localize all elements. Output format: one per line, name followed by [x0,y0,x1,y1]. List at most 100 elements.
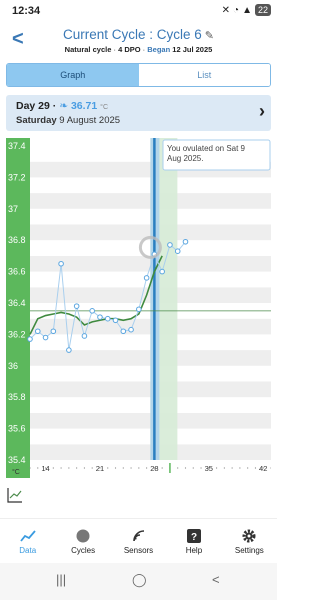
bottom-nav: Data Cycles Sensors ? Help Settings [0,518,277,563]
nav-settings[interactable]: Settings [222,519,277,563]
x-tick-label: 28 [150,464,158,473]
x-axis-dot [200,467,202,469]
x-axis-dot [239,467,241,469]
settings-icon [222,527,277,544]
y-tick-label: 37 [8,204,18,214]
battery-icon: 22 [254,4,271,16]
temperature-point [34,328,41,335]
x-tick-label: 14 [41,464,49,473]
mute-icon: ✕ [221,4,231,16]
temperature-point [167,242,173,248]
x-axis-dot [184,467,187,469]
status-bar: 12:34 ✕ ◔ ▲ 22 [0,0,277,22]
nav-cycles[interactable]: Cycles [55,519,110,563]
temperature-point [58,260,64,267]
status-time: 12:34 [12,5,41,17]
x-axis-dot [231,467,233,469]
title-prefix: Current Cycle : [62,27,157,42]
home-button[interactable]: ◯ [132,572,147,588]
temperature-point [120,328,127,335]
temperature-point [112,317,119,324]
recents-button[interactable]: ||| [56,572,66,587]
x-axis-dot [37,467,39,469]
temperature-point [136,306,142,313]
y-tick-label: 36.2 [8,329,26,339]
chevron-right-icon[interactable]: › [259,101,265,122]
x-tick-label: 35 [205,464,213,473]
cycles-icon [55,527,110,544]
x-axis-dot [254,467,257,469]
x-axis-dot [161,467,163,469]
y-tick-label: 37.2 [8,172,26,182]
svg-text:?: ? [191,532,197,543]
began-date: 12 Jul 2025 [172,45,213,54]
chart-legend-icon[interactable] [6,486,24,504]
x-axis-dot [83,467,86,469]
temperature-point [182,238,189,245]
y-tick-label: 35.6 [8,424,26,434]
x-axis-dot [52,467,54,469]
temperature-point [128,326,134,333]
nav-data[interactable]: Data [0,519,55,563]
y-tick-label: 36.8 [8,235,26,245]
temperature-point [50,328,57,335]
ovulation-marker [150,138,178,460]
pencil-icon[interactable]: ✎ [205,30,214,42]
x-tick-label: 42 [259,464,267,473]
temperature-unit: °C [100,104,108,111]
temperature-point [89,308,95,314]
data-icon [0,527,55,544]
system-nav: ||| ◯ < [0,563,277,600]
tab-graph[interactable]: Graph [7,64,139,86]
back-button[interactable]: < [212,572,220,587]
began-label: Began [147,45,171,54]
header: < Current Cycle : Cycle 6 ✎ Natural cycle… [0,22,277,60]
x-axis-dot [223,467,225,469]
x-axis-dot [177,467,179,469]
day-date: 9 August 2025 [59,115,121,126]
nav-help[interactable]: ? Help [166,519,221,563]
x-axis-dot [76,467,78,469]
cycle-day: Day 29 [16,100,50,112]
temperature-point [81,333,88,339]
nav-sensors[interactable]: Sensors [111,519,166,563]
wifi-icon: ◔ [233,4,240,16]
day-card[interactable]: Day 29 · ❧ 36.71 °C Saturday 9 August 20… [6,95,271,131]
x-tick-label: 21 [96,464,104,473]
temperature-point [97,314,103,320]
x-axis-dot [107,467,109,469]
temperature-chart[interactable]: 37.4 37.2 37 36.8 36.6 36.4 36.2 36 35.8 35.6 35.4… [6,138,271,478]
temperature-point [174,248,181,254]
temperature-point [66,347,72,353]
x-ticks: 14 21 28 35 42 [29,463,271,473]
signal-icon: ▲ [242,4,252,16]
y-tick-label: 36.4 [8,298,26,308]
temperature-point [104,315,111,322]
x-unit: °C [12,468,20,476]
temperature-point [159,268,165,275]
temperature-point [27,336,33,342]
status-icons: ✕ ◔ ▲ 22 [222,4,271,16]
y-tick-label: 36 [8,361,18,371]
cycle-name: Cycle 6 [156,27,202,42]
temperature-value: 36.71 [70,100,98,112]
tab-list[interactable]: List [138,64,270,86]
x-axis-dot [138,467,140,469]
x-axis-dot [247,467,249,469]
y-tick-label: 35.4 [8,455,26,465]
x-axis-dot [29,467,31,469]
leaf-icon: ❧ [59,100,69,112]
temperature-point [73,303,80,309]
x-axis-dot [60,467,62,469]
view-toggle: Graph List [6,63,271,87]
x-axis-dot [270,467,271,469]
x-axis-dot [91,467,93,469]
x-axis-dot [68,467,70,469]
temperature-point [42,334,49,341]
y-tick-label: 35.8 [8,392,26,402]
cycle-subtitle: Natural cycle · 4 DPO · Began 12 Jul 202… [64,45,213,54]
cycle-type: Natural cycle [64,45,112,54]
x-axis-dot [192,467,194,469]
y-tick-label: 36.6 [8,267,26,277]
help-icon: ? [166,527,221,544]
